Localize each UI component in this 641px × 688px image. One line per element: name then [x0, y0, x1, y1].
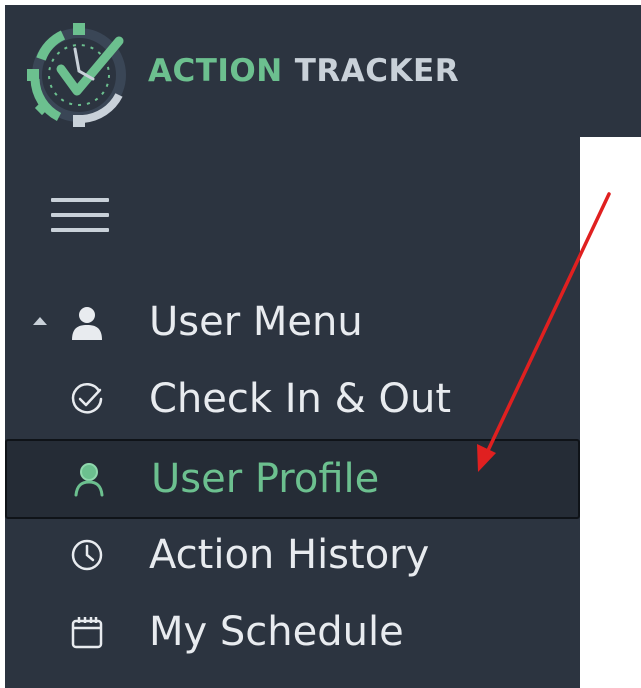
sidebar-item-my-schedule[interactable]: My Schedule	[5, 594, 580, 670]
caret-up-icon	[33, 317, 47, 325]
clock-icon	[71, 539, 103, 571]
sidebar-item-check-in-out[interactable]: Check In & Out	[5, 361, 580, 437]
sidebar-item-label: Check In & Out	[149, 376, 452, 422]
sidebar-item-label: User Profile	[151, 456, 380, 502]
user-icon	[72, 307, 102, 340]
sidebar-item-user-profile[interactable]: User Profile	[5, 439, 580, 519]
user-icon	[74, 463, 104, 497]
top-bar: ACTION TRACKER	[5, 5, 641, 137]
calendar-icon	[71, 617, 103, 649]
action-tracker-logo	[27, 23, 126, 127]
brand-title[interactable]: ACTION TRACKER	[148, 51, 459, 91]
hamburger-icon[interactable]	[51, 196, 109, 234]
sidebar-section-user-menu[interactable]: User Menu	[5, 284, 580, 360]
brand-title-tracker: TRACKER	[294, 53, 460, 89]
brand-title-action: ACTION	[148, 53, 283, 89]
sidebar-item-label: My Schedule	[149, 609, 404, 655]
sidebar-item-label: Action History	[149, 532, 430, 578]
check-circle-icon	[71, 383, 103, 414]
sidebar-section-label: User Menu	[149, 299, 363, 345]
sidebar-item-action-history[interactable]: Action History	[5, 517, 580, 593]
app-frame: ACTION TRACKER User Menu Check In & Out U…	[5, 5, 641, 688]
